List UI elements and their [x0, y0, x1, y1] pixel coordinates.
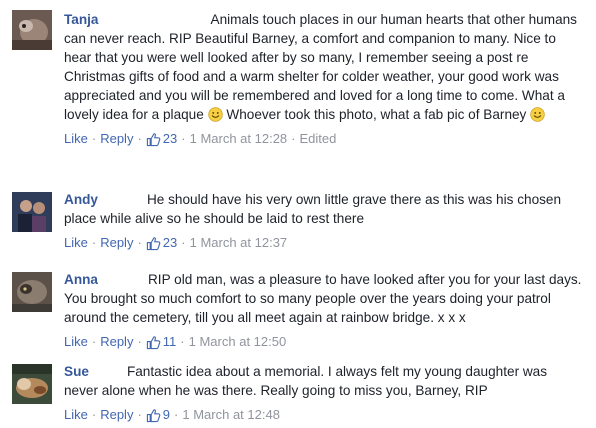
separator: ·	[137, 131, 142, 146]
comment-body: Andy He should have his very own little g…	[64, 190, 584, 228]
reply-link[interactable]: Reply	[100, 333, 133, 351]
redacted-surname	[97, 272, 148, 286]
comment: Anna RIP old man, was a pleasure to have …	[0, 262, 596, 354]
comment: Sue Fantastic idea about a memorial. I al…	[0, 354, 596, 428]
timestamp[interactable]: 1 March at 12:28	[190, 130, 288, 148]
commenter-name[interactable]: Sue	[64, 364, 89, 379]
separator: ·	[180, 334, 185, 349]
redacted-surname	[98, 12, 211, 26]
thumbs-up-icon	[146, 408, 161, 423]
thumbs-up-icon	[146, 236, 161, 251]
thumbs-up-icon	[146, 335, 161, 350]
separator: ·	[137, 407, 142, 422]
like-count-value: 23	[162, 235, 178, 250]
separator: ·	[91, 334, 97, 349]
edited-label[interactable]: Edited	[300, 130, 337, 148]
comment-actions: Like · Reply · 23 · 1 March at 12:37	[64, 234, 584, 252]
like-link[interactable]: Like	[64, 130, 88, 148]
reply-link[interactable]: Reply	[100, 406, 133, 424]
like-link[interactable]: Like	[64, 333, 88, 351]
separator: ·	[174, 407, 179, 422]
comment-text: Animals touch places in our human hearts…	[64, 12, 577, 122]
comment-body: Tanja Animals touch places in our human h…	[64, 10, 584, 124]
redacted-surname	[88, 364, 127, 378]
comment: Andy He should have his very own little g…	[0, 182, 596, 262]
comment-actions: Like · Reply · 9 · 1 March at 12:48	[64, 406, 584, 424]
separator: ·	[291, 131, 296, 146]
timestamp[interactable]: 1 March at 12:48	[182, 406, 280, 424]
separator: ·	[181, 235, 186, 250]
reply-link[interactable]: Reply	[100, 130, 133, 148]
comment-body: Anna RIP old man, was a pleasure to have …	[64, 270, 584, 327]
like-count[interactable]: 9	[146, 406, 170, 424]
commenter-name[interactable]: Anna	[64, 272, 98, 287]
timestamp[interactable]: 1 March at 12:50	[189, 333, 287, 351]
like-count-value: 9	[162, 407, 171, 422]
comment: Tanja Animals touch places in our human h…	[0, 0, 596, 182]
like-count[interactable]: 11	[146, 333, 177, 351]
separator: ·	[137, 235, 142, 250]
like-count[interactable]: 23	[146, 130, 177, 148]
avatar[interactable]	[12, 10, 52, 50]
separator: ·	[181, 131, 186, 146]
commenter-name[interactable]: Andy	[64, 192, 98, 207]
comment-text-continued: Whoever took this photo, what a fab pic …	[222, 107, 531, 122]
reply-link[interactable]: Reply	[100, 234, 133, 252]
thumbs-up-icon	[146, 132, 161, 147]
comment-body: Sue Fantastic idea about a memorial. I al…	[64, 362, 584, 400]
avatar[interactable]	[12, 192, 52, 232]
separator: ·	[91, 407, 97, 422]
like-count-value: 23	[162, 131, 178, 146]
timestamp[interactable]: 1 March at 12:37	[190, 234, 288, 252]
avatar[interactable]	[12, 272, 52, 312]
commenter-name[interactable]: Tanja	[64, 12, 99, 27]
separator: ·	[91, 131, 97, 146]
like-link[interactable]: Like	[64, 234, 88, 252]
separator: ·	[137, 334, 142, 349]
avatar[interactable]	[12, 364, 52, 404]
redacted-surname	[97, 192, 147, 206]
comment-list: Tanja Animals touch places in our human h…	[0, 0, 596, 428]
comment-actions: Like · Reply · 11 · 1 March at 12:50	[64, 333, 584, 351]
like-count-value: 11	[162, 334, 177, 349]
comment-text: Fantastic idea about a memorial. I alway…	[64, 364, 548, 398]
comment-actions: Like · Reply · 23 · 1 March at 12:28 · E…	[64, 130, 584, 148]
like-count[interactable]: 23	[146, 234, 177, 252]
smiley-icon	[530, 107, 545, 122]
separator: ·	[91, 235, 97, 250]
smiley-icon	[207, 107, 223, 122]
like-link[interactable]: Like	[64, 406, 88, 424]
